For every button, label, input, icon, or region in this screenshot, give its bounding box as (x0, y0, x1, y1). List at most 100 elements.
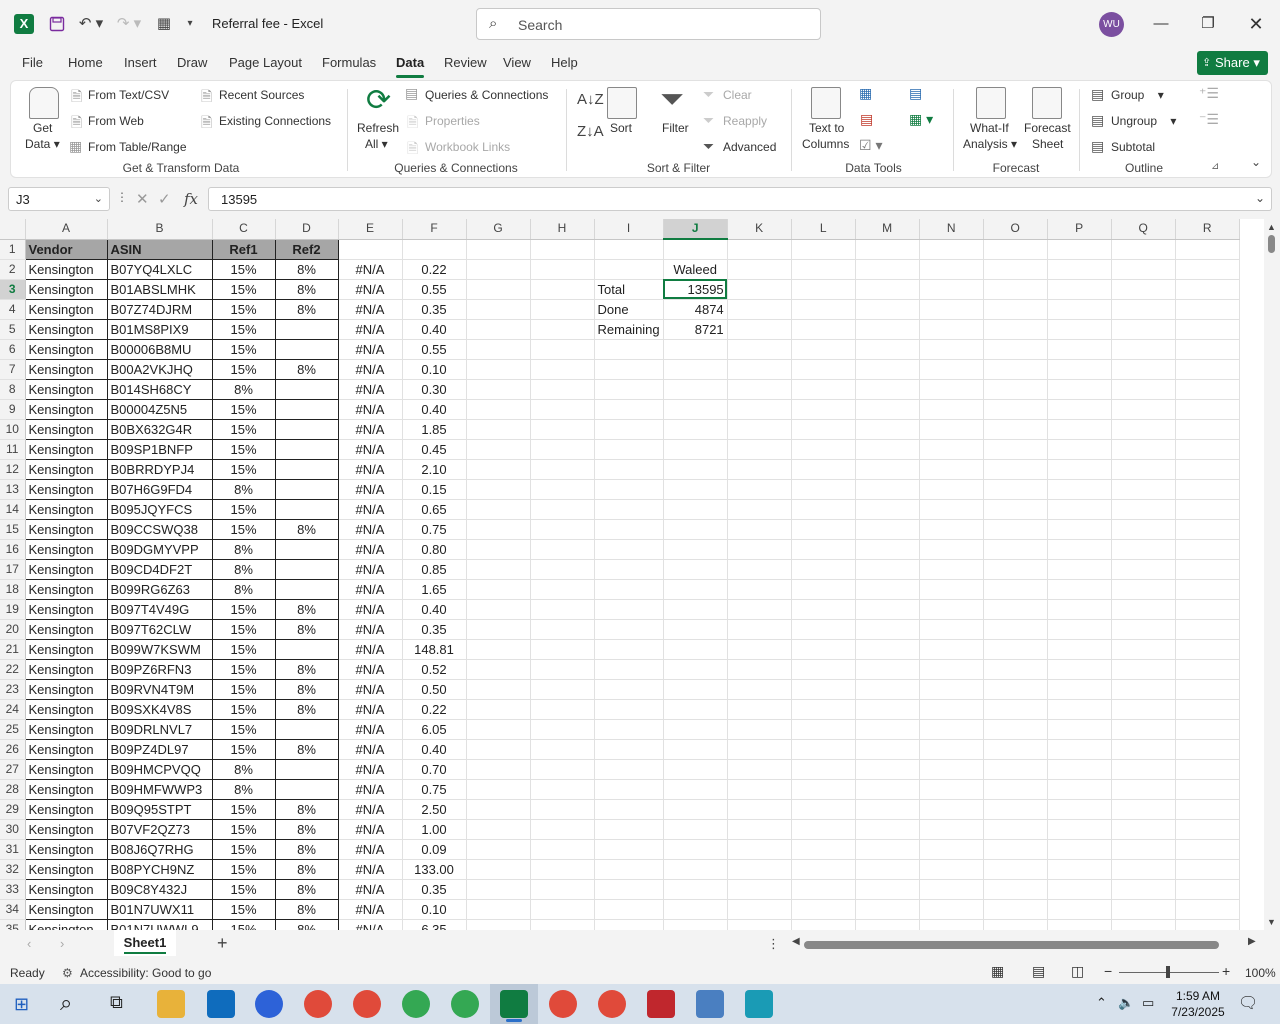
cell-f9[interactable]: 0.40 (402, 399, 467, 420)
cell-q9[interactable] (1111, 399, 1176, 420)
cell-j7[interactable] (663, 359, 728, 380)
cell-e14[interactable]: #N/A (338, 499, 403, 520)
worksheet-grid[interactable]: A B C D E F G H I J K L M N O P Q R 1 Vendor ASIN Ref1 Ref2 2 Ke… (0, 219, 1264, 930)
cell-h33[interactable] (530, 879, 595, 900)
normal-view-icon[interactable]: ▦ (991, 963, 1004, 980)
cell-n9[interactable] (919, 399, 984, 420)
cell-p31[interactable] (1047, 839, 1112, 860)
cell-r1[interactable] (1175, 239, 1240, 260)
cell-m30[interactable] (855, 819, 920, 840)
cell-o20[interactable] (983, 619, 1048, 640)
column-header-p[interactable]: P (1047, 219, 1112, 240)
cancel-icon[interactable]: ✕ (136, 190, 149, 208)
cell-c28[interactable]: 8% (211, 778, 276, 800)
cell-e24[interactable]: #N/A (338, 699, 403, 720)
cell-i18[interactable] (594, 579, 664, 600)
cell-b16[interactable]: B09DGMYVPP (106, 538, 213, 560)
cell-r6[interactable] (1175, 339, 1240, 360)
cell-p11[interactable] (1047, 439, 1112, 460)
cell-m25[interactable] (855, 719, 920, 740)
from-table-range-button[interactable]: From Table/Range (88, 140, 187, 154)
cell-i4[interactable]: Done (594, 299, 664, 320)
cell-n16[interactable] (919, 539, 984, 560)
cell-h2[interactable] (530, 259, 595, 280)
cell-c15[interactable]: 15% (211, 518, 276, 540)
cell-k22[interactable] (727, 659, 792, 680)
cell-r19[interactable] (1175, 599, 1240, 620)
cell-i3[interactable]: Total (594, 279, 664, 300)
cell-q26[interactable] (1111, 739, 1176, 760)
cell-c33[interactable]: 15% (211, 878, 276, 900)
zoom-out-icon[interactable]: − (1104, 963, 1112, 979)
column-header-e[interactable]: E (338, 219, 403, 240)
formula-input[interactable]: 13595 ⌄ (208, 187, 1272, 211)
cell-i11[interactable] (594, 439, 664, 460)
cell-d14[interactable] (274, 498, 339, 520)
cell-n31[interactable] (919, 839, 984, 860)
cell-i19[interactable] (594, 599, 664, 620)
cell-n18[interactable] (919, 579, 984, 600)
cell-k10[interactable] (727, 419, 792, 440)
expand-formula-icon[interactable]: ⌄ (1255, 191, 1265, 205)
cell-j28[interactable] (663, 779, 728, 800)
cell-c27[interactable]: 8% (211, 758, 276, 780)
row-header[interactable]: 8 (0, 379, 26, 400)
cell-k9[interactable] (727, 399, 792, 420)
cell-i5[interactable]: Remaining (594, 319, 664, 340)
cell-e13[interactable]: #N/A (338, 479, 403, 500)
column-header-k[interactable]: K (727, 219, 792, 240)
cell-f10[interactable]: 1.85 (402, 419, 467, 440)
cell-j31[interactable] (663, 839, 728, 860)
cell-j35[interactable] (663, 919, 728, 930)
cell-h6[interactable] (530, 339, 595, 360)
cell-q4[interactable] (1111, 299, 1176, 320)
cell-m14[interactable] (855, 499, 920, 520)
zoom-level[interactable]: 100% (1245, 966, 1276, 980)
chrome-profile-6-icon[interactable] (598, 990, 626, 1018)
tab-formulas[interactable]: Formulas (322, 55, 376, 70)
cell-h32[interactable] (530, 859, 595, 880)
undo-icon[interactable]: ↶ ▾ (76, 12, 106, 36)
cell-e27[interactable]: #N/A (338, 759, 403, 780)
cell-a7[interactable]: Kensington (24, 358, 108, 380)
cell-j3[interactable]: 13595 (663, 279, 728, 300)
column-header-l[interactable]: L (791, 219, 856, 240)
tab-data[interactable]: Data (396, 55, 425, 78)
cell-r32[interactable] (1175, 859, 1240, 880)
cell-q1[interactable] (1111, 239, 1176, 260)
cell-c2[interactable]: 15% (211, 258, 276, 280)
insert-function-icon[interactable]: fx (184, 190, 198, 208)
select-all-corner[interactable] (0, 219, 26, 240)
cell-c21[interactable]: 15% (211, 638, 276, 660)
horizontal-scrollbar[interactable]: ◀ ▶ (792, 936, 1260, 952)
cell-j5[interactable]: 8721 (663, 319, 728, 340)
cell-f8[interactable]: 0.30 (402, 379, 467, 400)
cell-i30[interactable] (594, 819, 664, 840)
cell-d30[interactable]: 8% (274, 818, 339, 840)
cell-c6[interactable]: 15% (211, 338, 276, 360)
tab-home[interactable]: Home (68, 55, 103, 70)
queries-connections-button[interactable]: Queries & Connections (425, 88, 548, 102)
cell-i23[interactable] (594, 679, 664, 700)
cell-j21[interactable] (663, 639, 728, 660)
cell-m6[interactable] (855, 339, 920, 360)
cell-a26[interactable]: Kensington (24, 738, 108, 760)
cell-b9[interactable]: B00004Z5N5 (106, 398, 213, 420)
cell-j24[interactable] (663, 699, 728, 720)
cell-l1[interactable] (791, 239, 856, 260)
cell-p33[interactable] (1047, 879, 1112, 900)
cell-l31[interactable] (791, 839, 856, 860)
cell-a25[interactable]: Kensington (24, 718, 108, 740)
cell-o18[interactable] (983, 579, 1048, 600)
cell-l30[interactable] (791, 819, 856, 840)
cell-q27[interactable] (1111, 759, 1176, 780)
cell-b18[interactable]: B099RG6Z63 (106, 578, 213, 600)
cell-h30[interactable] (530, 819, 595, 840)
cell-l13[interactable] (791, 479, 856, 500)
cell-k35[interactable] (727, 919, 792, 930)
workbook-links-button[interactable]: Workbook Links (425, 140, 510, 154)
cell-q12[interactable] (1111, 459, 1176, 480)
cell-d21[interactable] (274, 638, 339, 660)
cell-k1[interactable] (727, 239, 792, 260)
cell-b11[interactable]: B09SP1BNFP (106, 438, 213, 460)
